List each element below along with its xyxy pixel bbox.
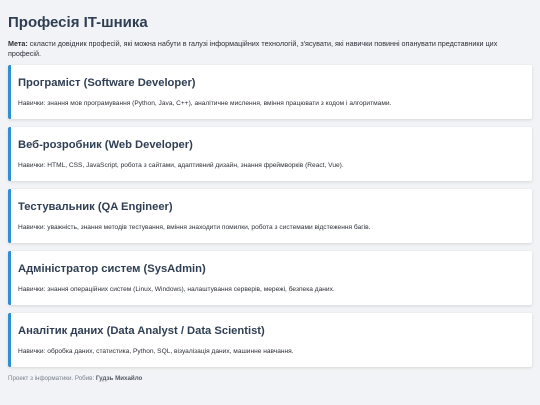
footer-text: Проект з інформатики. Робив: — [8, 375, 96, 382]
goal-paragraph: Мета: скласти довідник професій, які мож… — [8, 39, 532, 59]
profession-skills: Навички: уважність, знання методів тесту… — [18, 224, 371, 231]
goal-text: скласти довідник професій, які можна наб… — [8, 39, 498, 58]
profession-card-qa-engineer: Тестувальник (QA Engineer) Навички: уваж… — [8, 189, 532, 243]
profession-card-developer: Програміст (Software Developer) Навички:… — [8, 65, 532, 119]
footer-author: Гудзь Михайло — [95, 375, 143, 382]
profession-title: Тестувальник (QA Engineer) — [18, 201, 173, 213]
profession-skills: Навички: знання мов програмування (Pytho… — [18, 100, 392, 107]
profession-card-sysadmin: Адміністратор систем (SysAdmin) Навички:… — [8, 251, 532, 305]
profession-title: Веб-розробник (Web Developer) — [18, 139, 193, 151]
profession-title: Адміністратор систем (SysAdmin) — [18, 263, 206, 275]
profession-skills: Навички: HTML, CSS, JavaScript, робота з… — [18, 162, 344, 169]
page-title: Професія IT-шника — [8, 14, 148, 31]
profession-skills: Навички: знання операційних систем (Linu… — [18, 286, 335, 293]
profession-title: Аналітик даних (Data Analyst / Data Scie… — [18, 325, 265, 337]
profession-card-web-developer: Веб-розробник (Web Developer) Навички: H… — [8, 127, 532, 181]
footer: Проект з інформатики. Робив: Гудзь Михай… — [8, 375, 532, 382]
profession-card-data-analyst: Аналітик даних (Data Analyst / Data Scie… — [8, 313, 532, 367]
profession-title: Програміст (Software Developer) — [18, 77, 196, 89]
profession-skills: Навички: обробка даних, статистика, Pyth… — [18, 348, 294, 355]
page: Професія IT-шника Мета: скласти довідник… — [0, 0, 540, 382]
goal-label: Мета: — [8, 39, 28, 48]
